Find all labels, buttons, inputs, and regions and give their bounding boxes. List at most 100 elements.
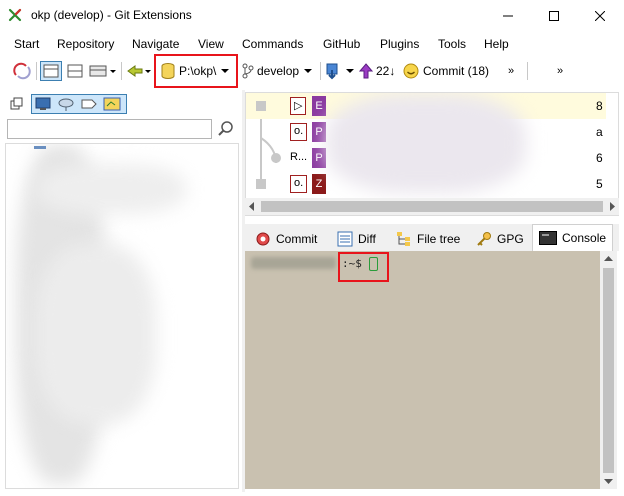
ref-label: R...	[290, 151, 308, 163]
push-count: 22↓	[376, 64, 396, 78]
ref-tag: ▷	[290, 97, 307, 115]
menu-navigate[interactable]: Navigate	[132, 37, 179, 51]
repository-highlight	[154, 54, 238, 88]
layout-split-icon	[40, 61, 62, 81]
menu-tools[interactable]: Tools	[438, 37, 466, 51]
current-branch: develop	[257, 64, 300, 78]
minimize-icon	[503, 15, 513, 16]
ref-tag: o.	[290, 175, 308, 193]
blurred-tree-content	[36, 244, 156, 424]
toolbar-separator	[320, 62, 321, 80]
push-button[interactable]: 22↓	[359, 60, 395, 82]
toolbar-separator	[527, 62, 528, 80]
menu-commands[interactable]: Commands	[242, 37, 303, 51]
console-vertical-scrollbar[interactable]	[600, 251, 617, 489]
scroll-left-icon[interactable]	[248, 202, 256, 211]
branches-icon[interactable]	[34, 96, 52, 112]
pull-button[interactable]	[324, 60, 356, 82]
menu-start[interactable]: Start	[14, 37, 39, 51]
maximize-icon	[549, 10, 559, 21]
repository-tree[interactable]	[5, 143, 239, 489]
menu-help[interactable]: Help	[484, 37, 509, 51]
tab-label: GPG	[497, 231, 524, 246]
revision-hash: 5	[596, 177, 603, 191]
toolbar-separator	[121, 62, 122, 80]
main-toolbar: P:\okp\ develop 22↓ Commit (18) » »	[0, 54, 624, 88]
graph-node	[256, 179, 266, 189]
blurred-commit-messages	[326, 93, 526, 193]
tab-diff[interactable]: Diff	[331, 226, 382, 251]
pull-icon	[326, 63, 338, 80]
menu-view[interactable]: View	[198, 37, 224, 51]
graph-node	[271, 153, 281, 163]
revision-horizontal-scrollbar[interactable]	[245, 198, 619, 215]
tab-label: Commit	[276, 231, 318, 246]
tab-file-tree[interactable]: File tree	[390, 226, 466, 251]
branch-selector[interactable]: develop	[242, 60, 314, 82]
tab-console[interactable]: Console	[532, 224, 614, 251]
tags-icon[interactable]	[80, 96, 98, 112]
scroll-down-icon[interactable]	[604, 477, 613, 485]
scroll-thumb[interactable]	[603, 268, 614, 473]
close-button[interactable]	[577, 0, 623, 31]
toolbar-overflow-button-2[interactable]: »	[557, 60, 563, 82]
tab-gpg[interactable]: GPG	[470, 226, 530, 251]
tab-label: Console	[562, 231, 607, 245]
scroll-right-icon[interactable]	[608, 202, 616, 211]
minimize-button[interactable]	[485, 0, 531, 31]
layout-button-2[interactable]	[64, 60, 86, 82]
collapse-all-icon[interactable]	[10, 97, 24, 111]
menu-github[interactable]: GitHub	[323, 37, 360, 51]
author-avatar: Z	[312, 174, 326, 194]
commit-icon	[256, 232, 270, 245]
menu-bar: Start Repository Navigate View Commands …	[0, 34, 624, 54]
graph-node	[256, 101, 266, 111]
maximize-button[interactable]	[531, 0, 577, 31]
detail-tabs: Commit Diff File tree GPG Console	[245, 224, 619, 251]
console-icon	[539, 231, 557, 245]
file-tree-icon	[397, 231, 410, 246]
close-icon	[595, 10, 605, 21]
revision-hash: 6	[596, 151, 603, 165]
layout-button-1[interactable]	[40, 60, 62, 82]
search-icon[interactable]	[217, 120, 235, 138]
chevron-down-icon	[304, 69, 313, 73]
left-search-input[interactable]	[7, 119, 212, 139]
git-extensions-logo-icon	[8, 8, 22, 22]
commit-label: Commit (18)	[423, 64, 490, 78]
revision-hash: 8	[596, 99, 603, 113]
console-terminal[interactable]: :~$	[245, 251, 600, 489]
layout-rows-icon	[67, 64, 83, 78]
tab-commit[interactable]: Commit	[249, 226, 323, 251]
author-avatar: E	[312, 96, 326, 116]
author-avatar: P	[312, 122, 326, 142]
chevron-down-icon	[346, 69, 354, 73]
console-prompt-highlight	[338, 252, 389, 282]
menu-repository[interactable]: Repository	[57, 37, 114, 51]
toolbar-overflow-button[interactable]: »	[508, 60, 514, 82]
commit-button[interactable]: Commit (18)	[403, 60, 489, 82]
blurred-console-user	[251, 257, 336, 269]
commit-smiley-icon	[403, 63, 419, 79]
toolbar-separator	[36, 62, 37, 80]
back-forward-button[interactable]	[126, 60, 152, 82]
revision-hash: a	[596, 125, 603, 139]
scroll-thumb[interactable]	[261, 201, 603, 212]
branch-icon	[242, 63, 254, 79]
title-bar: okp (develop) - Git Extensions	[0, 0, 624, 31]
remotes-icon[interactable]	[57, 96, 75, 112]
arrow-icon	[127, 65, 151, 77]
layout-dropdown[interactable]	[88, 60, 118, 82]
scroll-up-icon[interactable]	[604, 255, 613, 263]
layout-icon	[89, 65, 116, 77]
refresh-icon	[13, 62, 31, 80]
diff-icon	[337, 231, 353, 246]
refresh-button[interactable]	[12, 60, 32, 82]
submodules-icon[interactable]	[103, 96, 121, 112]
tab-label: File tree	[417, 231, 461, 246]
tab-label: Diff	[358, 231, 376, 246]
menu-plugins[interactable]: Plugins	[380, 37, 419, 51]
blurred-tree-content	[36, 164, 186, 214]
ref-tag: o.	[290, 123, 308, 141]
key-icon	[477, 231, 491, 246]
